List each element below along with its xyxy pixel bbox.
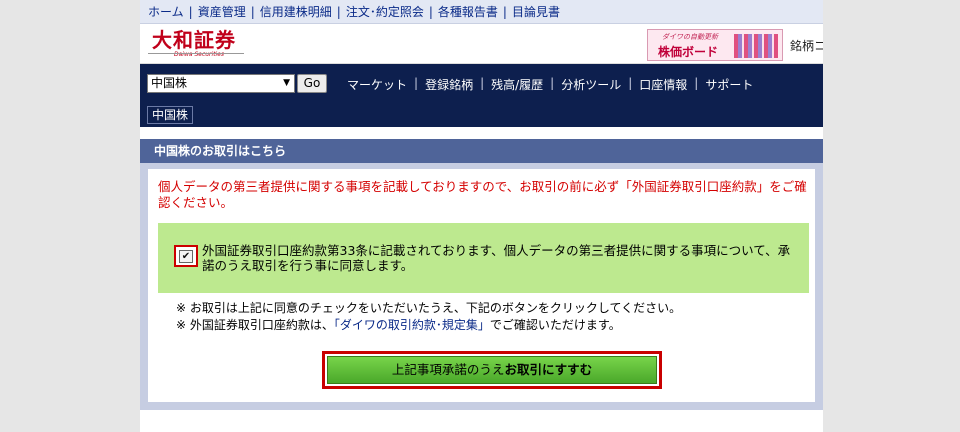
- note-2: ※ 外国証券取引口座約款は、「ダイワの取引約款･規定集」でご確認いただけます。: [176, 317, 681, 334]
- nav-menu: マーケット | 登録銘柄 | 残高/履歴 | 分析ツール | 口座情報 | サポ…: [340, 76, 760, 93]
- note-2-prefix: ※ 外国証券取引口座約款は、: [176, 318, 334, 332]
- separator: |: [336, 4, 341, 19]
- submit-highlight: 上記事項承諾のうえお取引にすすむ: [322, 351, 662, 389]
- top-link-bar: ホーム | 資産管理 | 信用建株明細 | 注文･約定照会 | 各種報告書 | …: [140, 0, 823, 24]
- nav-item-analysis-tools[interactable]: 分析ツール: [554, 76, 628, 93]
- nav-item-account-info[interactable]: 口座情報: [632, 76, 694, 93]
- note-1: ※ お取引は上記に同意のチェックをいただいたうえ、下記のボタンをクリックしてくだ…: [176, 301, 682, 315]
- separator: |: [502, 4, 507, 19]
- checkbox-highlight: ✔: [174, 245, 198, 267]
- consent-box: ✔ 外国証券取引口座約款第33条に記載されております、個人データの第三者提供に関…: [158, 223, 809, 293]
- consent-label: 外国証券取引口座約款第33条に記載されております、個人データの第三者提供に関する…: [202, 243, 791, 273]
- banner-caption: ダイワの自動更新: [662, 33, 718, 41]
- separator: |: [188, 4, 193, 19]
- nav-item-watchlist[interactable]: 登録銘柄: [418, 76, 480, 93]
- warning-note: 個人データの第三者提供に関する事項を記載しておりますので、お取引の前に必ず「外国…: [158, 179, 807, 210]
- notes: ※ お取引は上記に同意のチェックをいただいたうえ、下記のボタンをクリックしてくだ…: [176, 300, 681, 334]
- top-link-margin-positions[interactable]: 信用建株明細: [260, 3, 332, 20]
- top-link-assets[interactable]: 資産管理: [198, 3, 246, 20]
- daiwa-logo[interactable]: 大和証券 Daiwa Securities: [152, 29, 236, 59]
- banner-title: 株価ボード: [658, 45, 719, 59]
- top-link-reports[interactable]: 各種報告書: [438, 3, 498, 20]
- product-select-value: 中国株: [151, 76, 188, 90]
- product-select[interactable]: 中国株 ▼: [147, 74, 295, 93]
- top-link-prospectus[interactable]: 目論見書: [512, 3, 560, 20]
- ticker-code-label: 銘柄コ: [790, 39, 823, 53]
- consent-checkbox[interactable]: ✔: [179, 250, 193, 263]
- top-link-home[interactable]: ホーム: [148, 3, 184, 20]
- top-link-order-inquiry[interactable]: 注文･約定照会: [346, 3, 424, 20]
- terms-link[interactable]: 「ダイワの取引約款･規定集」: [334, 318, 490, 332]
- nav-item-support[interactable]: サポート: [698, 76, 760, 93]
- logo-text: 大和証券: [152, 28, 236, 52]
- dropdown-arrow-icon: ▼: [283, 78, 290, 88]
- nav-item-balance-history[interactable]: 残高/履歴: [484, 76, 550, 93]
- go-button[interactable]: Go: [297, 74, 327, 93]
- separator: |: [428, 4, 433, 19]
- content-panel: 中国株のお取引はこちら 個人データの第三者提供に関する事項を記載しておりますので…: [140, 139, 823, 410]
- page: ホーム | 資産管理 | 信用建株明細 | 注文･約定照会 | 各種報告書 | …: [140, 0, 823, 432]
- logo-underline: [148, 53, 244, 54]
- panel-body: 個人データの第三者提供に関する事項を記載しておりますので、お取引の前に必ず「外国…: [148, 169, 815, 402]
- nav-item-market[interactable]: マーケット: [340, 76, 414, 93]
- chart-graphic-icon: [734, 34, 778, 58]
- note-2-suffix: でご確認いただけます。: [489, 318, 621, 332]
- separator: |: [250, 4, 255, 19]
- brand-row: 大和証券 Daiwa Securities ダイワの自動更新 株価ボード 銘柄コ: [140, 24, 823, 64]
- tab-china-stocks[interactable]: 中国株: [147, 106, 194, 124]
- proceed-to-trade-button[interactable]: 上記事項承諾のうえお取引にすすむ: [327, 356, 657, 384]
- submit-label-prefix: 上記事項承諾のうえ: [391, 362, 505, 377]
- stock-board-banner[interactable]: ダイワの自動更新 株価ボード: [647, 29, 783, 61]
- submit-label-bold: お取引にすすむ: [504, 362, 593, 377]
- main-navbar: 中国株 ▼ Go マーケット | 登録銘柄 | 残高/履歴 | 分析ツール | …: [140, 64, 823, 127]
- panel-title: 中国株のお取引はこちら: [140, 139, 823, 163]
